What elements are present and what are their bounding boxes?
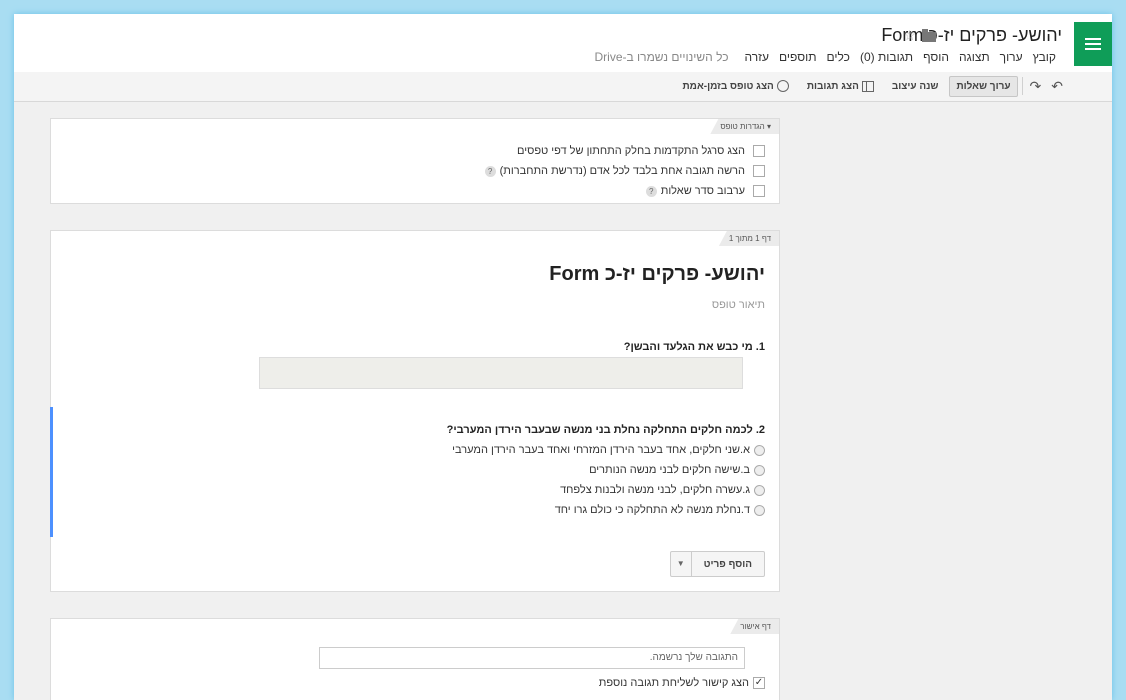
title-tools: ☆ [903, 27, 936, 44]
question-2-title[interactable]: 2. לכמה חלקים התחלקה נחלת בני מנשה שבעבר… [447, 424, 765, 436]
checkbox[interactable] [753, 165, 765, 177]
confirmation-page-label: דף אישור [730, 619, 779, 634]
save-status: כל השינויים נשמרו ב-Drive [594, 50, 729, 64]
setting-label: ערבוב סדר שאלות [660, 185, 745, 197]
menu-edit[interactable]: ערוך [1000, 50, 1023, 64]
toolbar-buttons: ↶ ↷ ערוך שאלות שנה עיצוב הצג תגובות הצג … [676, 75, 1067, 97]
question-2-option[interactable]: ד.נחלת מנשה לא התחלקה כי כולם גרו יחד [555, 504, 765, 516]
radio-button[interactable] [754, 504, 765, 516]
question-2-option[interactable]: ג.עשרה חלקים, לבני מנשה ולבנות צלפחד [560, 484, 765, 496]
forms-app-icon[interactable] [1074, 22, 1112, 66]
folder-icon[interactable] [922, 29, 936, 42]
question-1-title[interactable]: 1. מי כבש את הגלעד והבשן? [624, 341, 765, 353]
app-window: יהושע- פרקים יז-כ Form ☆ קובץ ערוך תצוגה… [14, 14, 1112, 700]
checkbox[interactable] [753, 185, 765, 197]
form-title[interactable]: יהושע- פרקים יז-כ Form [549, 263, 765, 286]
menu-view[interactable]: תצוגה [959, 50, 990, 64]
checkbox[interactable] [753, 145, 765, 157]
confirmation-message-field[interactable]: התגובה שלך נרשמה. [319, 647, 745, 669]
chevron-down-icon[interactable]: ▼ [671, 552, 692, 576]
list-icon [1085, 38, 1101, 50]
add-item-button[interactable]: הוסף פריט ▼ [669, 551, 765, 577]
setting-one-response[interactable]: הרשה תגובה אחת בלבד לכל אדם (נדרשת התחבר… [484, 165, 765, 177]
page-label: דף 1 מתוך 1 [718, 231, 779, 246]
option-label: ד.נחלת מנשה לא התחלקה כי כולם גרו יחד [554, 504, 750, 516]
view-live-form-button[interactable]: הצג טופס בזמן-אמת [676, 75, 796, 97]
edit-questions-label: ערוך שאלות [956, 80, 1011, 92]
table-icon [861, 80, 874, 92]
question-2-option[interactable]: א.שני חלקים, אחד בעבר הירדן המזרחי ואחד … [452, 444, 765, 456]
view-responses-button[interactable]: הצג תגובות [800, 76, 881, 97]
help-icon[interactable]: ? [645, 185, 657, 197]
form-settings-label: הגדרות טופס [720, 122, 765, 131]
form-settings-toggle[interactable]: ▾ הגדרות טופס [710, 119, 779, 134]
confirmation-page-card: דף אישור התגובה שלך נרשמה. ✓ הצג קישור לש… [50, 618, 780, 700]
form-settings-card: ▾ הגדרות טופס הצג סרגל התקדמות בחלק התחת… [50, 118, 780, 204]
undo-icon[interactable]: ↶ [1048, 78, 1066, 95]
menu-file[interactable]: קובץ [1033, 50, 1056, 64]
setting-label: הצג סרגל התקדמות בחלק התחתון של דפי טפסי… [517, 145, 745, 157]
setting-label: הצג קישור לשליחת תגובה נוספת [598, 677, 749, 689]
form-description[interactable]: תיאור טופס [712, 299, 765, 311]
question-1-answer-field[interactable] [259, 357, 743, 389]
help-icon[interactable]: ? [484, 165, 496, 177]
radio-button[interactable] [754, 464, 765, 476]
menu-insert[interactable]: הוסף [923, 50, 949, 64]
setting-progress-bar[interactable]: הצג סרגל התקדמות בחלק התחתון של דפי טפסי… [517, 145, 765, 157]
menu-addons[interactable]: תוספים [779, 50, 817, 64]
option-label: ב.שישה חלקים לבני מנשה הנותרים [589, 464, 750, 476]
globe-icon [776, 80, 789, 92]
app-header: יהושע- פרקים יז-כ Form ☆ קובץ ערוך תצוגה… [14, 14, 1112, 73]
toolbar-divider [1021, 77, 1023, 95]
add-item-label: הוסף פריט [703, 558, 752, 570]
star-icon[interactable]: ☆ [903, 27, 916, 44]
menu-bar: קובץ ערוך תצוגה הוסף תגובות (0) כלים תוס… [595, 50, 1056, 64]
change-theme-label: שנה עיצוב [891, 80, 939, 92]
setting-label: הרשה תגובה אחת בלבד לכל אדם (נדרשת התחבר… [499, 165, 745, 177]
menu-tools[interactable]: כלים [827, 50, 850, 64]
redo-icon[interactable]: ↷ [1027, 78, 1045, 95]
setting-show-link[interactable]: ✓ הצג קישור לשליחת תגובה נוספת [599, 677, 765, 689]
option-label: ג.עשרה חלקים, לבני מנשה ולבנות צלפחד [560, 484, 750, 496]
selected-item-indicator [50, 407, 53, 537]
form-page-card: דף 1 מתוך 1 יהושע- פרקים יז-כ Form תיאור… [50, 230, 780, 592]
radio-button[interactable] [754, 484, 765, 496]
radio-button[interactable] [754, 444, 765, 456]
view-responses-label: הצג תגובות [806, 80, 859, 92]
menu-help[interactable]: עזרה [745, 50, 770, 64]
checked-checkbox-icon[interactable]: ✓ [753, 677, 765, 689]
edit-questions-button[interactable]: ערוך שאלות [949, 75, 1018, 97]
toolbar: ↶ ↷ ערוך שאלות שנה עיצוב הצג תגובות הצג … [14, 72, 1112, 102]
option-label: א.שני חלקים, אחד בעבר הירדן המזרחי ואחד … [452, 444, 750, 456]
question-2-option[interactable]: ב.שישה חלקים לבני מנשה הנותרים [589, 464, 765, 476]
menu-responses[interactable]: תגובות (0) [860, 50, 913, 64]
view-live-form-label: הצג טופס בזמן-אמת [682, 80, 774, 92]
change-theme-button[interactable]: שנה עיצוב [885, 76, 946, 97]
setting-shuffle[interactable]: ערבוב סדר שאלות? [645, 185, 765, 197]
